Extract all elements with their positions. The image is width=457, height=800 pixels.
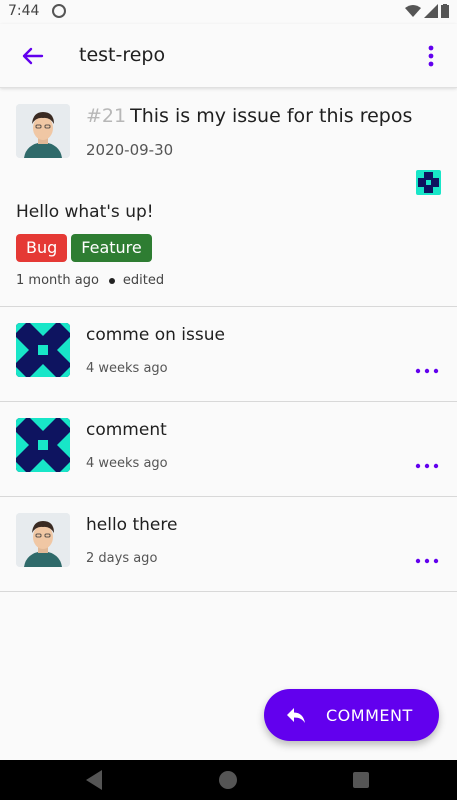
battery-icon: [441, 4, 449, 22]
comment-item: comme on issue 4 weeks ago: [0, 307, 457, 402]
page-title: test-repo: [79, 44, 166, 66]
nav-recents-icon[interactable]: [353, 772, 369, 788]
issue-meta: 1 month ago edited: [16, 273, 164, 288]
author-avatar[interactable]: [16, 104, 70, 158]
comment-time: 4 weeks ago: [86, 456, 168, 471]
label-bug[interactable]: Bug: [16, 234, 68, 262]
issue-header: #21 This is my issue for this repos 2020-…: [0, 88, 457, 307]
back-arrow-icon[interactable]: [16, 40, 48, 72]
fab-label: COMMENT: [326, 705, 413, 725]
issue-body: Hello what's up!: [16, 202, 154, 222]
issue-created-time: 1 month ago: [16, 273, 99, 288]
more-horizontal-icon[interactable]: [415, 459, 439, 473]
issue-title-row: #21 This is my issue for this repos: [86, 105, 412, 127]
more-horizontal-icon[interactable]: [415, 554, 439, 568]
issue-number: #21: [86, 105, 127, 127]
more-horizontal-icon[interactable]: [415, 364, 439, 378]
wifi-icon: [405, 4, 421, 22]
system-nav-bar: [0, 760, 457, 800]
comment-item: hello there 2 days ago: [0, 497, 457, 592]
reply-icon: [287, 708, 305, 723]
meta-separator-dot: [108, 277, 115, 284]
issue-edited-status: edited: [122, 273, 165, 288]
nav-home-icon[interactable]: [219, 771, 237, 789]
status-icons: [405, 4, 449, 22]
issue-labels: Bug Feature: [16, 234, 152, 262]
comment-fab-button[interactable]: COMMENT: [264, 689, 439, 741]
comment-text: comment: [86, 420, 167, 440]
comment-time: 2 days ago: [86, 551, 158, 566]
person-avatar[interactable]: [16, 513, 70, 567]
signal-icon: [424, 4, 438, 22]
do-not-disturb-icon: [52, 4, 66, 18]
label-feature[interactable]: Feature: [71, 234, 152, 262]
more-vertical-icon[interactable]: [417, 42, 445, 70]
assignee-identicon-icon[interactable]: [416, 170, 441, 195]
status-bar: 7:44: [0, 0, 457, 24]
issue-date: 2020-09-30: [86, 141, 174, 159]
identicon-avatar[interactable]: [16, 323, 70, 377]
identicon-avatar[interactable]: [16, 418, 70, 472]
nav-back-icon[interactable]: [84, 770, 106, 790]
issue-title: This is my issue for this repos: [130, 105, 413, 127]
status-time: 7:44: [8, 3, 40, 19]
comment-text: hello there: [86, 515, 178, 535]
app-bar: test-repo: [0, 24, 457, 88]
comment-text: comme on issue: [86, 325, 225, 345]
comment-item: comment 4 weeks ago: [0, 402, 457, 497]
comment-time: 4 weeks ago: [86, 361, 168, 376]
